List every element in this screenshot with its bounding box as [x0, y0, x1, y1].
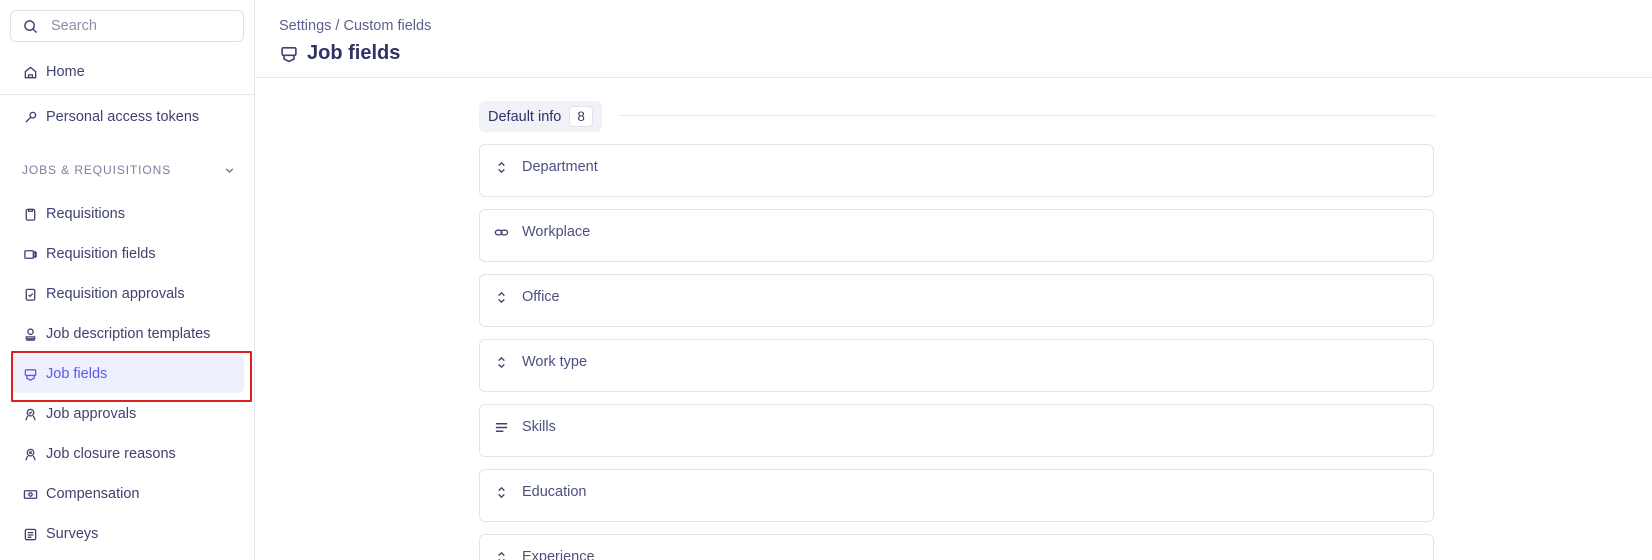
sidebar-item-home[interactable]: Home — [12, 53, 244, 91]
select-chevrons-icon — [493, 549, 509, 560]
sidebar-item-label: Job closure reasons — [46, 446, 176, 462]
field-name: Skills — [522, 419, 556, 435]
field-name: Department — [522, 159, 598, 175]
field-row-work-type[interactable]: Work type — [479, 339, 1434, 392]
home-icon — [22, 64, 38, 80]
sidebar-item-label: Requisitions — [46, 206, 125, 222]
sidebar-item-job-fields[interactable]: Job fields — [12, 355, 244, 393]
sidebar-item-label: Surveys — [46, 526, 99, 542]
field-name: Experience — [522, 549, 595, 560]
chevron-down-icon — [225, 167, 234, 173]
sidebar-item-label: Job approvals — [46, 406, 137, 422]
field-name: Education — [522, 484, 587, 500]
tag-icon — [22, 246, 38, 262]
field-name: Workplace — [522, 224, 591, 240]
breadcrumb[interactable]: Settings / Custom fields — [279, 18, 431, 34]
sidebar-item-requisition-fields[interactable]: Requisition fields — [12, 235, 244, 273]
sidebar-item-job-description-templates[interactable]: Job description templates — [12, 315, 244, 353]
sidebar-item-label: Home — [46, 64, 85, 80]
field-row-department[interactable]: Department — [479, 144, 1434, 197]
sidebar: Search Home Personal access tokens JOBS … — [0, 0, 255, 560]
search-placeholder: Search — [51, 18, 97, 34]
key-icon — [22, 109, 38, 125]
sidebar-item-label: Compensation — [46, 486, 140, 502]
sidebar-item-personal-access-tokens[interactable]: Personal access tokens — [12, 99, 244, 129]
field-name: Work type — [522, 354, 588, 370]
sidebar-item-requisition-approvals[interactable]: Requisition approvals — [12, 275, 244, 313]
field-row-experience[interactable]: Experience — [479, 534, 1434, 560]
sidebar-item-label: Personal access tokens — [46, 109, 200, 125]
text-lines-icon — [493, 419, 509, 435]
money-icon — [22, 486, 38, 502]
sidebar-item-requisitions[interactable]: Requisitions — [12, 195, 244, 233]
field-row-skills[interactable]: Skills — [479, 404, 1434, 457]
group-label: Default info — [488, 108, 562, 125]
field-name: Office — [522, 289, 560, 305]
sidebar-item-job-closure-reasons[interactable]: Job closure reasons — [12, 435, 244, 473]
sidebar-item-label: Job fields — [46, 366, 108, 382]
select-chevrons-icon — [493, 159, 509, 175]
sidebar-item-compensation[interactable]: Compensation — [12, 475, 244, 513]
group-header-default-info[interactable]: Default info 8 — [479, 101, 602, 132]
link-icon — [493, 224, 509, 240]
group-count-badge: 8 — [569, 106, 593, 127]
clipboard-icon — [22, 206, 38, 222]
sidebar-item-label: Requisition approvals — [46, 286, 185, 302]
clipboard-check-icon — [22, 286, 38, 302]
select-chevrons-icon — [493, 354, 509, 370]
section-title: JOBS & REQUISITIONS — [22, 163, 172, 177]
sidebar-item-surveys[interactable]: Surveys — [12, 515, 244, 553]
page-title: Job fields — [279, 42, 400, 65]
select-chevrons-icon — [493, 484, 509, 500]
field-row-education[interactable]: Education — [479, 469, 1434, 522]
sidebar-item-label: Requisition fields — [46, 246, 156, 262]
search-icon — [24, 19, 38, 33]
field-row-workplace[interactable]: Workplace — [479, 209, 1434, 262]
group-divider — [619, 115, 1434, 116]
closure-badge-icon — [22, 446, 38, 462]
sidebar-item-job-approvals[interactable]: Job approvals — [12, 395, 244, 433]
job-fields-icon — [22, 366, 38, 382]
search-input[interactable]: Search — [10, 10, 244, 42]
stamp-icon — [22, 326, 38, 342]
survey-icon — [22, 526, 38, 542]
page-title-text: Job fields — [307, 42, 401, 64]
page-header: Settings / Custom fields Job fields — [256, 0, 1652, 78]
sidebar-item-label: Job description templates — [46, 326, 211, 342]
field-row-office[interactable]: Office — [479, 274, 1434, 327]
sidebar-divider — [0, 94, 254, 95]
section-jobs-requisitions[interactable]: JOBS & REQUISITIONS — [22, 163, 236, 177]
job-fields-icon — [281, 46, 297, 62]
approval-badge-icon — [22, 406, 38, 422]
select-chevrons-icon — [493, 289, 509, 305]
